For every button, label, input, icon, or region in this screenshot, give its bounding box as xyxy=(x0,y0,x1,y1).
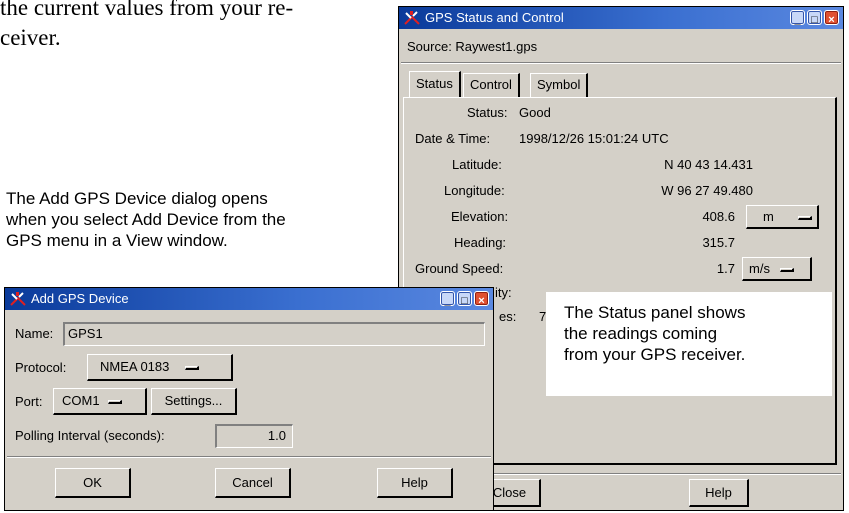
tab-control[interactable]: Control xyxy=(463,73,520,97)
datetime-value: 1998/12/26 15:01:24 UTC xyxy=(519,131,669,146)
minimize-icon[interactable]: _ xyxy=(790,10,805,26)
ground-speed-value: 1.7 xyxy=(716,261,735,276)
help-button[interactable]: Help xyxy=(377,468,453,498)
minimize-icon[interactable]: _ xyxy=(440,291,455,307)
ground-speed-unit-value: m/s xyxy=(749,261,770,276)
protocol-label: Protocol: xyxy=(15,360,67,375)
gps-window-titlebar[interactable]: GPS Status and Control _ □ × xyxy=(399,7,843,29)
ground-speed-label: Ground Speed: xyxy=(415,261,504,276)
latitude-value: N 40 43 14.431 xyxy=(664,157,753,172)
longitude-value: W 96 27 49.480 xyxy=(661,183,753,198)
status-value: Good xyxy=(519,105,551,120)
ground-speed-unit-select[interactable]: m/s xyxy=(742,257,812,281)
heading-label: Heading: xyxy=(454,235,507,250)
gps-satellite-icon xyxy=(404,11,420,25)
tab-symbol[interactable]: Symbol xyxy=(530,73,589,97)
add-device-titlebar[interactable]: Add GPS Device _ □ × xyxy=(5,288,493,310)
partial-label: es: xyxy=(499,309,517,324)
elevation-unit-value: m xyxy=(763,209,774,224)
datetime-label: Date & Time: xyxy=(415,131,491,146)
elevation-label: Elevation: xyxy=(451,209,509,224)
callout-line: from your GPS receiver. xyxy=(564,345,746,364)
polling-interval-label: Polling Interval (seconds): xyxy=(15,428,165,443)
add-device-caption: The Add GPS Device dialog opens when you… xyxy=(6,188,286,251)
port-value: COM1 xyxy=(62,393,100,408)
port-select[interactable]: COM1 xyxy=(53,388,147,415)
status-callout: The Status panel shows the readings comi… xyxy=(546,292,832,396)
port-label: Port: xyxy=(15,394,43,409)
caption-line: The Add GPS Device dialog opens xyxy=(6,189,268,208)
divider xyxy=(7,456,491,458)
status-label: Status: xyxy=(467,105,508,120)
doc-text-line: the current values from your re- xyxy=(0,0,294,20)
close-icon[interactable]: × xyxy=(824,10,839,26)
latitude-label: Latitude: xyxy=(452,157,502,172)
option-menu-indicator-icon xyxy=(185,365,200,370)
heading-value: 315.7 xyxy=(702,235,735,250)
help-button[interactable]: Help xyxy=(689,479,749,507)
maximize-icon[interactable]: □ xyxy=(807,10,822,26)
divider xyxy=(401,62,841,64)
close-icon[interactable]: × xyxy=(474,291,489,307)
settings-button[interactable]: Settings... xyxy=(151,388,237,415)
caption-line: GPS menu in a View window. xyxy=(6,231,228,250)
elevation-unit-select[interactable]: m xyxy=(746,205,819,229)
add-device-title: Add GPS Device xyxy=(31,291,129,306)
cancel-button[interactable]: Cancel xyxy=(215,468,291,498)
ok-button[interactable]: OK xyxy=(55,468,131,498)
maximize-icon[interactable]: □ xyxy=(457,291,472,307)
partial-label: ity: xyxy=(495,285,512,300)
option-menu-indicator-icon xyxy=(107,399,122,404)
protocol-value: NMEA 0183 xyxy=(100,359,170,374)
gps-window-title: GPS Status and Control xyxy=(425,10,564,25)
callout-line: The Status panel shows xyxy=(564,303,746,322)
caption-line: when you select Add Device from the xyxy=(6,210,286,229)
add-gps-device-dialog: Add GPS Device _ □ × Name: GPS1 Protocol… xyxy=(4,287,494,511)
longitude-label: Longitude: xyxy=(444,183,505,198)
callout-line: the readings coming xyxy=(564,324,718,343)
tab-status[interactable]: Status xyxy=(409,71,461,98)
doc-text-line: ceiver. xyxy=(0,25,61,50)
gps-satellite-icon xyxy=(10,292,26,306)
elevation-value: 408.6 xyxy=(702,209,735,224)
name-field[interactable]: GPS1 xyxy=(63,322,485,346)
name-label: Name: xyxy=(15,326,54,341)
protocol-select[interactable]: NMEA 0183 xyxy=(87,354,233,381)
source-label: Source: Raywest1.gps xyxy=(407,39,538,54)
option-menu-indicator-icon xyxy=(797,215,812,220)
polling-interval-field[interactable]: 1.0 xyxy=(215,424,293,448)
option-menu-indicator-icon xyxy=(779,267,794,272)
